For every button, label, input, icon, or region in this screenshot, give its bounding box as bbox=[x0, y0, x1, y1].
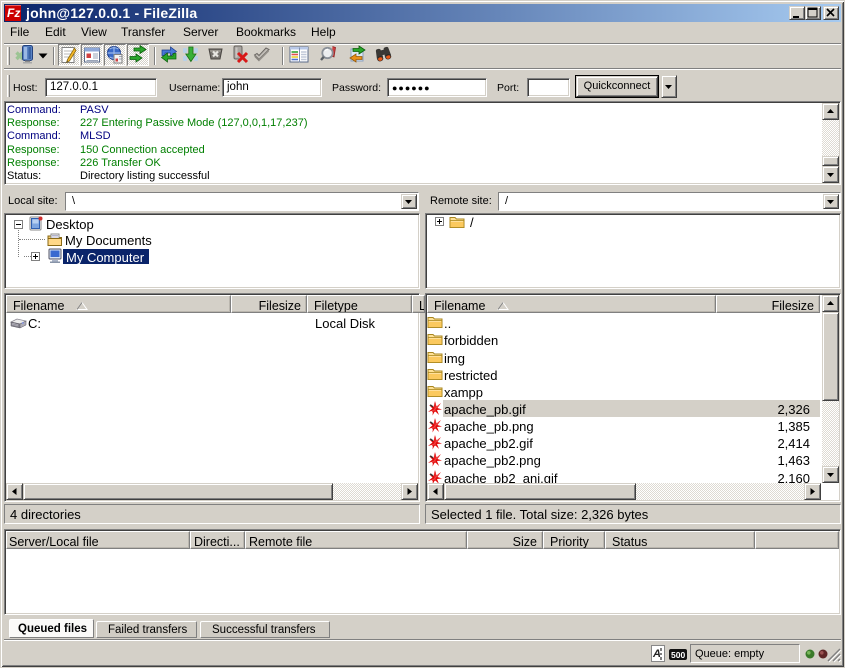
svg-text:A: A bbox=[652, 648, 661, 660]
svg-text:Fz: Fz bbox=[7, 6, 20, 20]
svg-text:500: 500 bbox=[671, 650, 685, 660]
